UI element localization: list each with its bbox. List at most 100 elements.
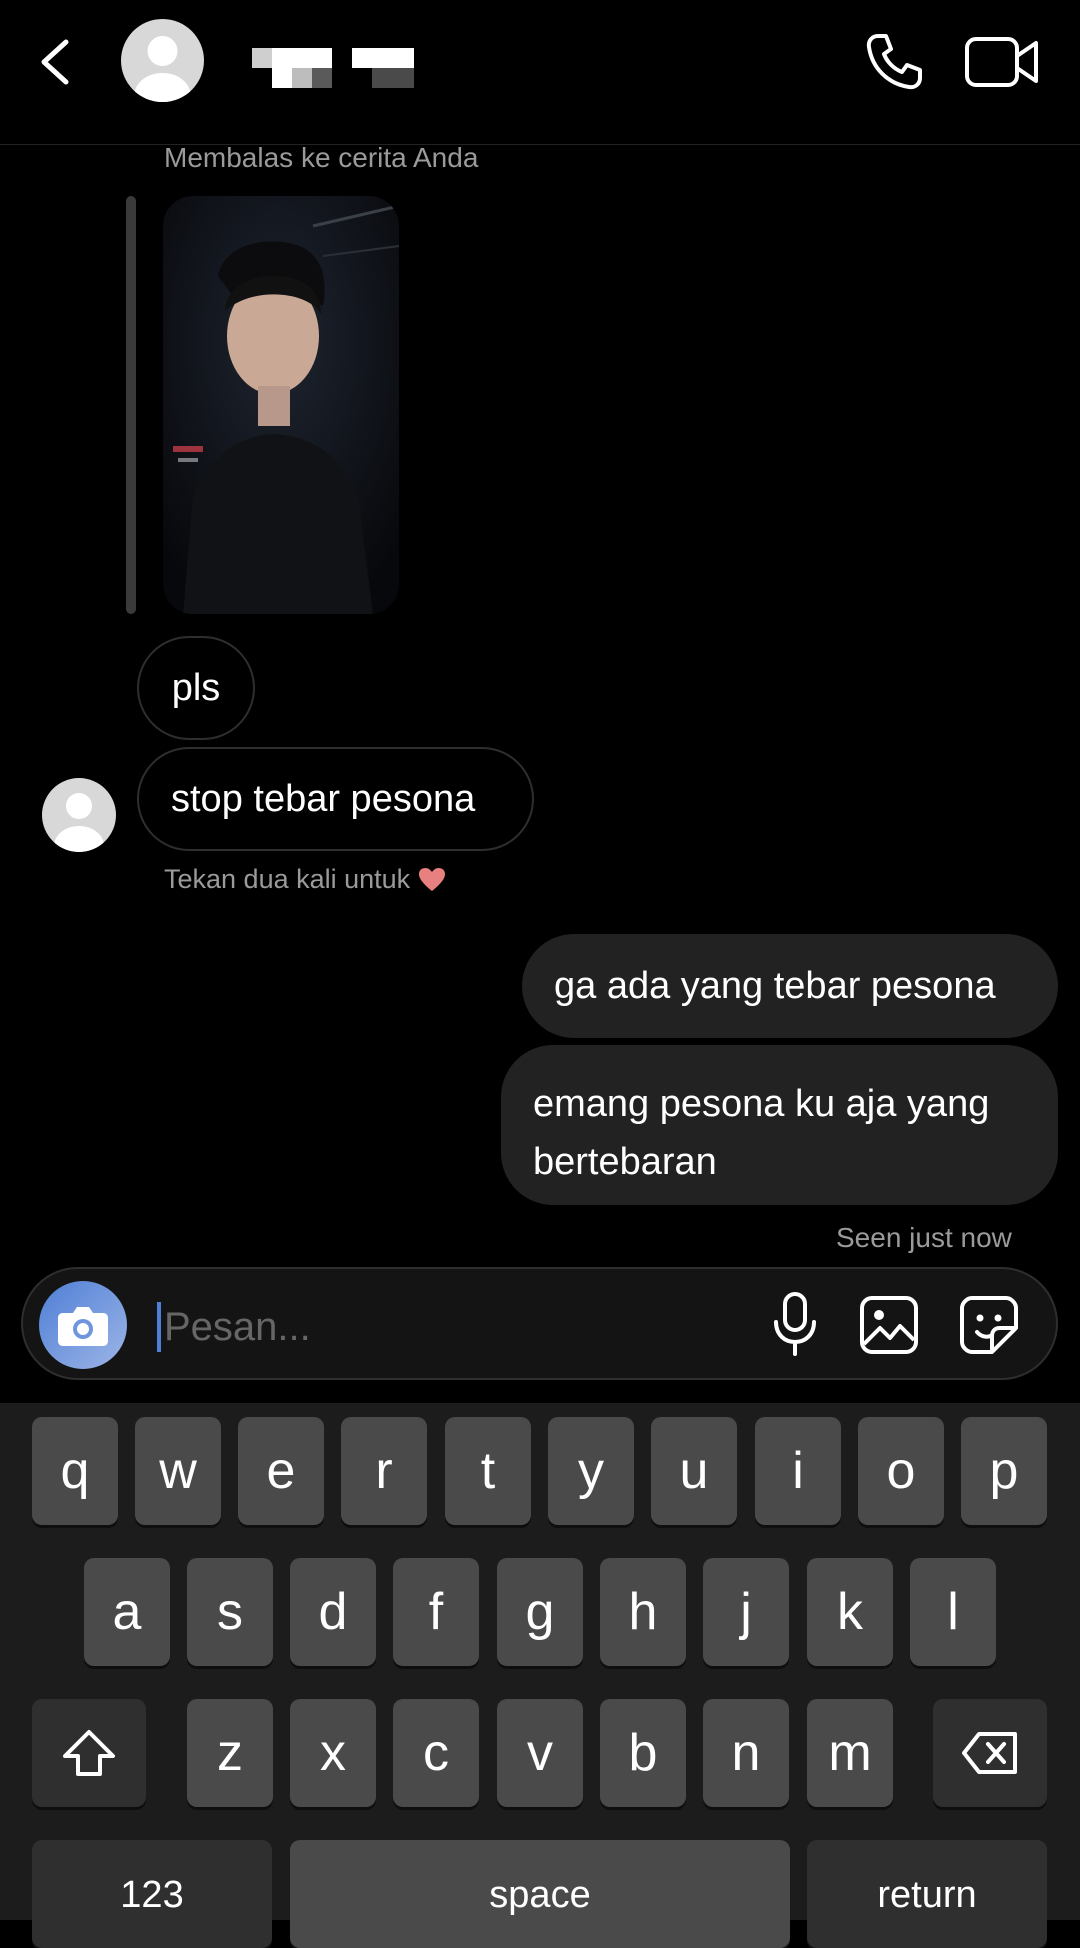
key-l[interactable]: l [910,1558,996,1666]
key-o[interactable]: o [858,1417,944,1525]
image-icon [860,1296,918,1354]
text-caret [157,1302,161,1352]
key-b[interactable]: b [600,1699,686,1807]
return-key[interactable]: return [807,1840,1047,1948]
key-label: e [266,1442,296,1500]
key-label: x [320,1724,346,1782]
key-label: p [989,1442,1019,1500]
numbers-key[interactable]: 123 [32,1840,272,1948]
key-a[interactable]: a [84,1558,170,1666]
sticker-button[interactable] [958,1294,1020,1356]
key-j[interactable]: j [703,1558,789,1666]
key-y[interactable]: y [548,1417,634,1525]
phone-icon [866,34,922,90]
key-label: c [423,1724,449,1782]
message-text-line: emang pesona ku aja yang [533,1083,990,1125]
video-call-button[interactable] [964,34,1040,90]
key-f[interactable]: f [393,1558,479,1666]
message-text: ga ada yang tebar pesona [554,964,996,1007]
user-placeholder-icon [134,36,191,102]
key-label: return [877,1874,977,1916]
key-label: z [217,1724,243,1782]
key-t[interactable]: t [445,1417,531,1525]
camera-button[interactable] [39,1281,127,1369]
key-c[interactable]: c [393,1699,479,1807]
reply-indicator-bar [126,196,136,614]
key-label: a [112,1583,142,1641]
message-text: pls [171,666,221,709]
key-u[interactable]: u [651,1417,737,1525]
key-e[interactable]: e [238,1417,324,1525]
message-input[interactable] [162,1293,726,1361]
heart-icon [419,867,446,891]
seen-status: Seen just now [836,1222,1012,1253]
key-x[interactable]: x [290,1699,376,1807]
key-label: 123 [120,1874,184,1916]
key-r[interactable]: r [341,1417,427,1525]
key-label: y [578,1442,604,1500]
sender-avatar[interactable] [42,778,116,852]
key-w[interactable]: w [135,1417,221,1525]
story-photo [163,196,399,614]
story-reply-caption: Membalas ke cerita Anda [164,142,479,173]
story-thumbnail[interactable] [163,196,399,614]
message-text: stop tebar pesona [171,777,476,820]
onscreen-keyboard: q w e r t y u i o p a s d f g h j k l z … [0,1403,1080,1948]
microphone-icon [774,1292,816,1356]
key-label: q [60,1442,90,1500]
key-label: i [792,1442,804,1500]
incoming-message[interactable]: stop tebar pesona [137,747,534,851]
key-label: s [217,1583,243,1641]
key-label: m [828,1724,872,1782]
user-placeholder-icon [54,793,104,852]
key-label: d [318,1583,348,1641]
key-label: u [679,1442,709,1500]
backspace-icon [962,1732,1017,1774]
message-text-line: bertebaran [533,1141,717,1183]
key-label: o [886,1442,916,1500]
shift-key[interactable] [32,1699,146,1807]
video-camera-icon [965,37,1038,87]
voice-message-button[interactable] [770,1290,820,1360]
outgoing-message[interactable]: ga ada yang tebar pesona [522,934,1058,1038]
sticker-icon [960,1296,1018,1354]
key-p[interactable]: p [961,1417,1047,1525]
voice-call-button[interactable] [862,30,926,94]
key-label: h [628,1583,658,1641]
key-k[interactable]: k [807,1558,893,1666]
key-label: v [527,1724,553,1782]
camera-icon [58,1307,108,1346]
key-label: n [731,1724,761,1782]
backspace-key[interactable] [933,1699,1047,1807]
key-i[interactable]: i [755,1417,841,1525]
incoming-message[interactable]: pls [137,636,255,740]
key-label: k [837,1583,863,1641]
hint-text: Tekan dua kali untuk [164,864,411,894]
shift-arrow-icon [63,1730,115,1776]
key-label: f [428,1583,444,1641]
key-d[interactable]: d [290,1558,376,1666]
back-button[interactable] [30,30,80,94]
key-label: r [375,1442,393,1500]
key-label: g [525,1583,555,1641]
outgoing-message[interactable]: emang pesona ku aja yang bertebaran [501,1045,1058,1205]
key-z[interactable]: z [187,1699,273,1807]
key-v[interactable]: v [497,1699,583,1807]
key-h[interactable]: h [600,1558,686,1666]
key-label: space [489,1874,591,1916]
key-q[interactable]: q [32,1417,118,1525]
key-label: j [740,1583,752,1641]
key-label: b [628,1724,658,1782]
key-s[interactable]: s [187,1558,273,1666]
key-label: w [159,1442,197,1500]
chevron-left-icon [41,39,69,85]
key-label: t [480,1442,496,1500]
key-g[interactable]: g [497,1558,583,1666]
key-m[interactable]: m [807,1699,893,1807]
contact-avatar[interactable] [121,19,204,102]
double-tap-hint: Tekan dua kali untuk [164,864,446,895]
space-key[interactable]: space [290,1840,790,1948]
key-n[interactable]: n [703,1699,789,1807]
gallery-button[interactable] [858,1294,920,1356]
key-label: l [947,1583,959,1641]
